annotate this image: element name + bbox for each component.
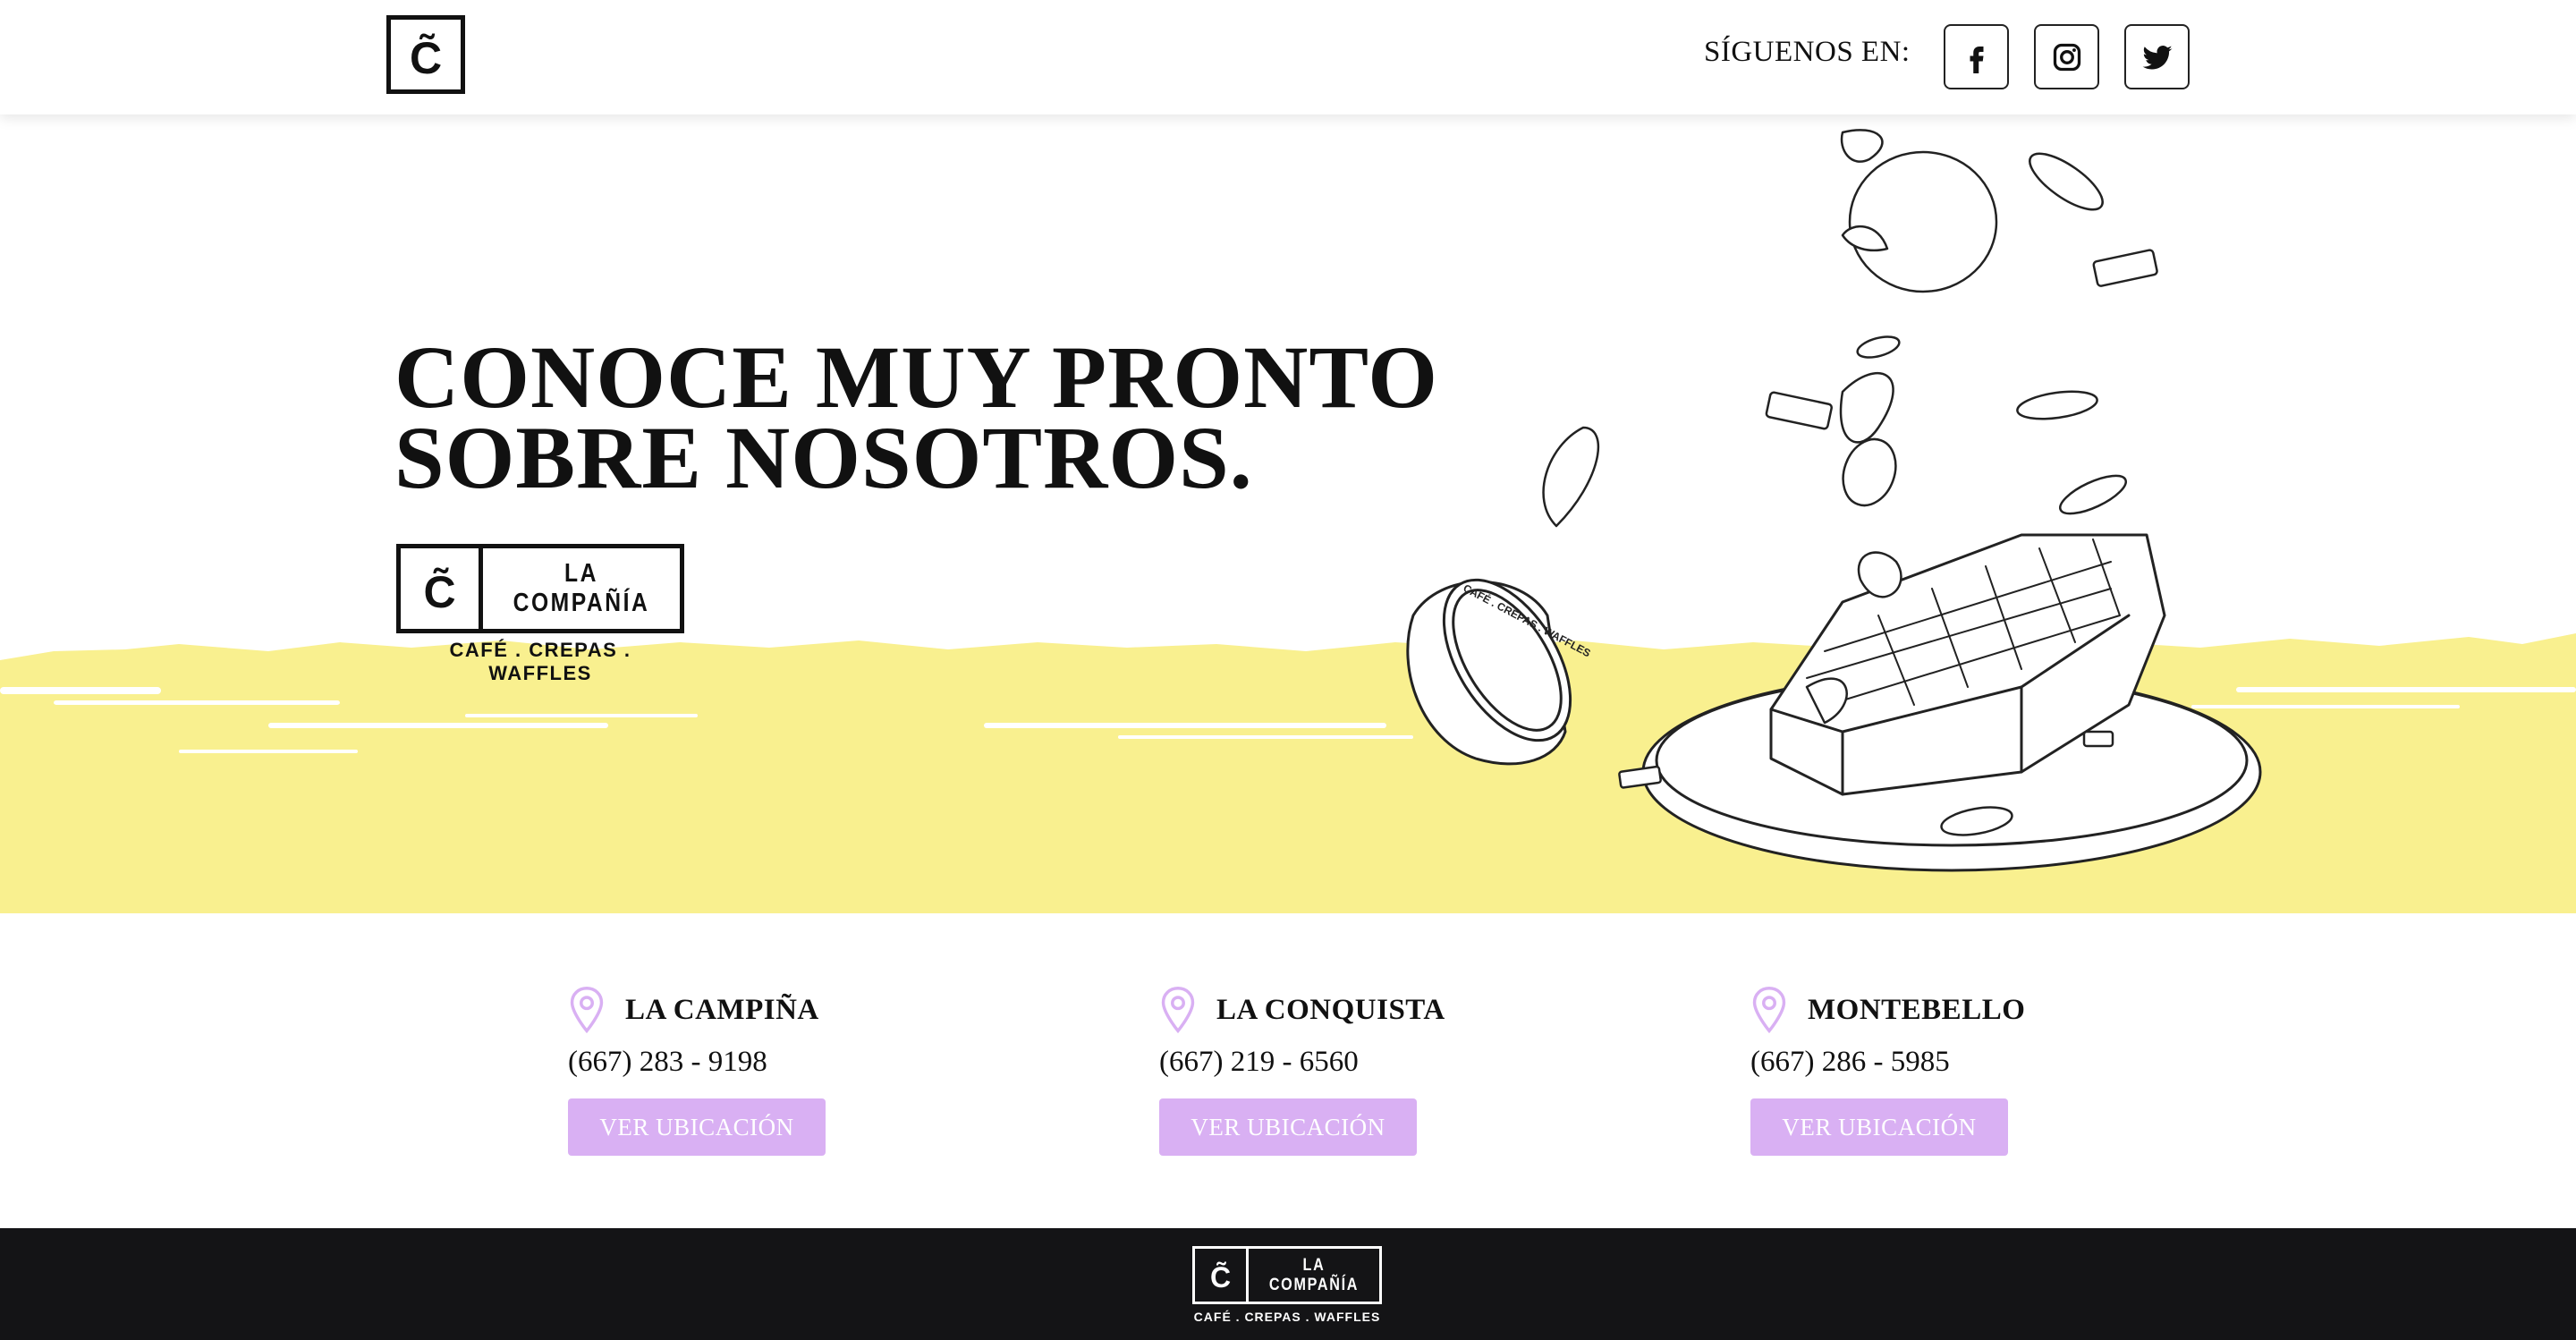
brand-tagline: CAFÉ . CREPAS . WAFFLES xyxy=(449,639,631,684)
location-card: LA CAMPIÑA (667) 283 - 9198 VER UBICACIÓ… xyxy=(568,985,926,1156)
location-pin-icon xyxy=(1161,987,1195,1033)
facebook-icon xyxy=(1970,46,1983,73)
footer-logo-glyph: C̃ xyxy=(1195,1249,1249,1302)
view-location-button[interactable]: VER UBICACIÓN xyxy=(1159,1098,1417,1156)
location-card: MONTEBELLO (667) 286 - 5985 VER UBICACIÓ… xyxy=(1750,985,2108,1156)
hero-title-line2: SOBRE NOSOTROS. xyxy=(394,408,1253,507)
location-phone[interactable]: (667) 219 - 6560 xyxy=(1159,1046,1517,1079)
footer-tagline: CAFÉ . CREPAS . WAFFLES xyxy=(1193,1310,1381,1324)
footer-brand-name: LA COMPAÑÍA xyxy=(1268,1255,1360,1294)
location-card: LA CONQUISTA (667) 219 - 6560 VER UBICAC… xyxy=(1159,985,1517,1156)
hero-section: CONOCE MUY PRONTO SOBRE NOSOTROS. C̃ LA … xyxy=(0,114,2576,913)
brand-name: LA COMPAÑÍA xyxy=(513,559,650,617)
location-name: LA CAMPIÑA xyxy=(625,993,819,1026)
facebook-button[interactable] xyxy=(1944,24,2009,89)
brand-logo: C̃ LA COMPAÑÍA CAFÉ . CREPAS . WAFFLES xyxy=(396,544,684,685)
waffle-illustration: CAFÉ . CREPAS . WAFFLES xyxy=(1406,129,2262,872)
view-location-button[interactable]: VER UBICACIÓN xyxy=(568,1098,826,1156)
view-location-button[interactable]: VER UBICACIÓN xyxy=(1750,1098,2008,1156)
location-pin-icon xyxy=(570,987,604,1033)
location-pin-icon xyxy=(1752,987,1786,1033)
hero-title: CONOCE MUY PRONTO SOBRE NOSOTROS. xyxy=(394,327,1438,507)
instagram-icon xyxy=(2053,43,2080,71)
brand-glyph: C̃ xyxy=(401,548,483,629)
instagram-button[interactable] xyxy=(2034,24,2099,89)
site-footer: C̃ LA COMPAÑÍA CAFÉ . CREPAS . WAFFLES xyxy=(0,1228,2576,1340)
site-header: C̃ SÍGUENOS EN: xyxy=(0,0,2576,114)
location-phone[interactable]: (667) 283 - 9198 xyxy=(568,1046,926,1079)
header-logo[interactable]: C̃ xyxy=(386,15,465,94)
location-name: MONTEBELLO xyxy=(1808,993,2026,1026)
locations-section: LA CAMPIÑA (667) 283 - 9198 VER UBICACIÓ… xyxy=(0,913,2576,1228)
cup-drawing: CAFÉ . CREPAS . WAFFLES xyxy=(1406,578,1593,766)
twitter-icon xyxy=(2142,45,2172,69)
follow-label: SÍGUENOS EN: xyxy=(1704,36,1911,68)
twitter-button[interactable] xyxy=(2124,24,2190,89)
hero-title-line1: CONOCE MUY PRONTO xyxy=(394,327,1438,427)
location-name: LA CONQUISTA xyxy=(1216,993,1445,1026)
logo-glyph: C̃ xyxy=(409,33,443,83)
scoop-drawing xyxy=(1848,150,1998,293)
location-phone[interactable]: (667) 286 - 5985 xyxy=(1750,1046,2108,1079)
footer-logo[interactable]: C̃ LA COMPAÑÍA CAFÉ . CREPAS . WAFFLES xyxy=(1192,1246,1382,1324)
